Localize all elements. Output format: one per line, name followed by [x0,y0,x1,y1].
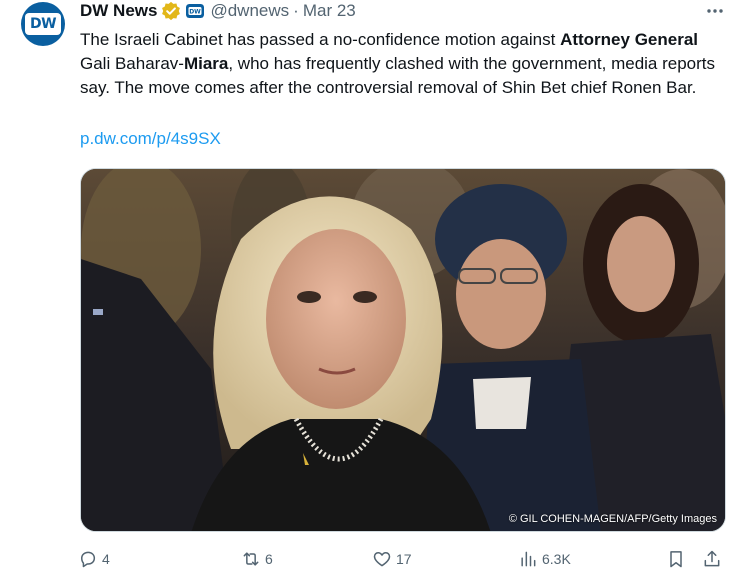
tweet-header: DW News DW @dwnews · Mar 23 [80,0,356,22]
tweet-text-bold: Attorney General [560,30,699,49]
affiliate-badge-icon[interactable]: DW [186,4,205,18]
bookmark-icon [670,551,682,568]
photo-credit: © GIL COHEN-MAGEN/AFP/Getty Images [508,513,717,525]
avatar[interactable]: DW [21,2,65,46]
tweet-image[interactable]: © GIL COHEN-MAGEN/AFP/Getty Images [80,168,726,532]
tweet-date[interactable]: Mar 23 [303,1,356,21]
tweet-text-part: The Israeli Cabinet has passed a no-conf… [80,30,561,49]
views-button[interactable]: 6.3K [518,546,571,572]
tweet-link[interactable]: p.dw.com/p/4s9SX [80,127,221,151]
repost-count: 6 [265,551,273,567]
like-icon [373,552,391,567]
tweet-text-bold: Miara [183,54,229,73]
like-button[interactable]: 17 [372,546,412,572]
reply-count: 4 [102,551,110,567]
author-name[interactable]: DW News [80,1,157,21]
dw-logo: DW [25,13,61,35]
verified-badge-icon [162,1,181,21]
author-handle[interactable]: @dwnews [210,1,289,21]
share-icon [704,550,720,567]
svg-text:DW: DW [190,9,202,16]
tweet-text-part: Gali Baharav- [80,54,184,73]
more-icon [707,9,723,13]
photo-illustration [81,169,725,531]
tweet-actions: 4 6 17 6.3K [78,546,724,572]
bookmark-button[interactable] [666,546,686,572]
tweet-text: The Israeli Cabinet has passed a no-conf… [80,28,720,100]
reply-button[interactable]: 4 [78,546,110,572]
share-button[interactable] [702,546,722,572]
repost-button[interactable]: 6 [241,546,273,572]
separator-dot: · [293,1,299,20]
views-count: 6.3K [542,551,571,567]
like-count: 17 [396,551,412,567]
views-icon [521,551,536,567]
reply-icon [81,551,96,568]
more-options-button[interactable] [700,0,730,22]
repost-icon [243,552,259,566]
